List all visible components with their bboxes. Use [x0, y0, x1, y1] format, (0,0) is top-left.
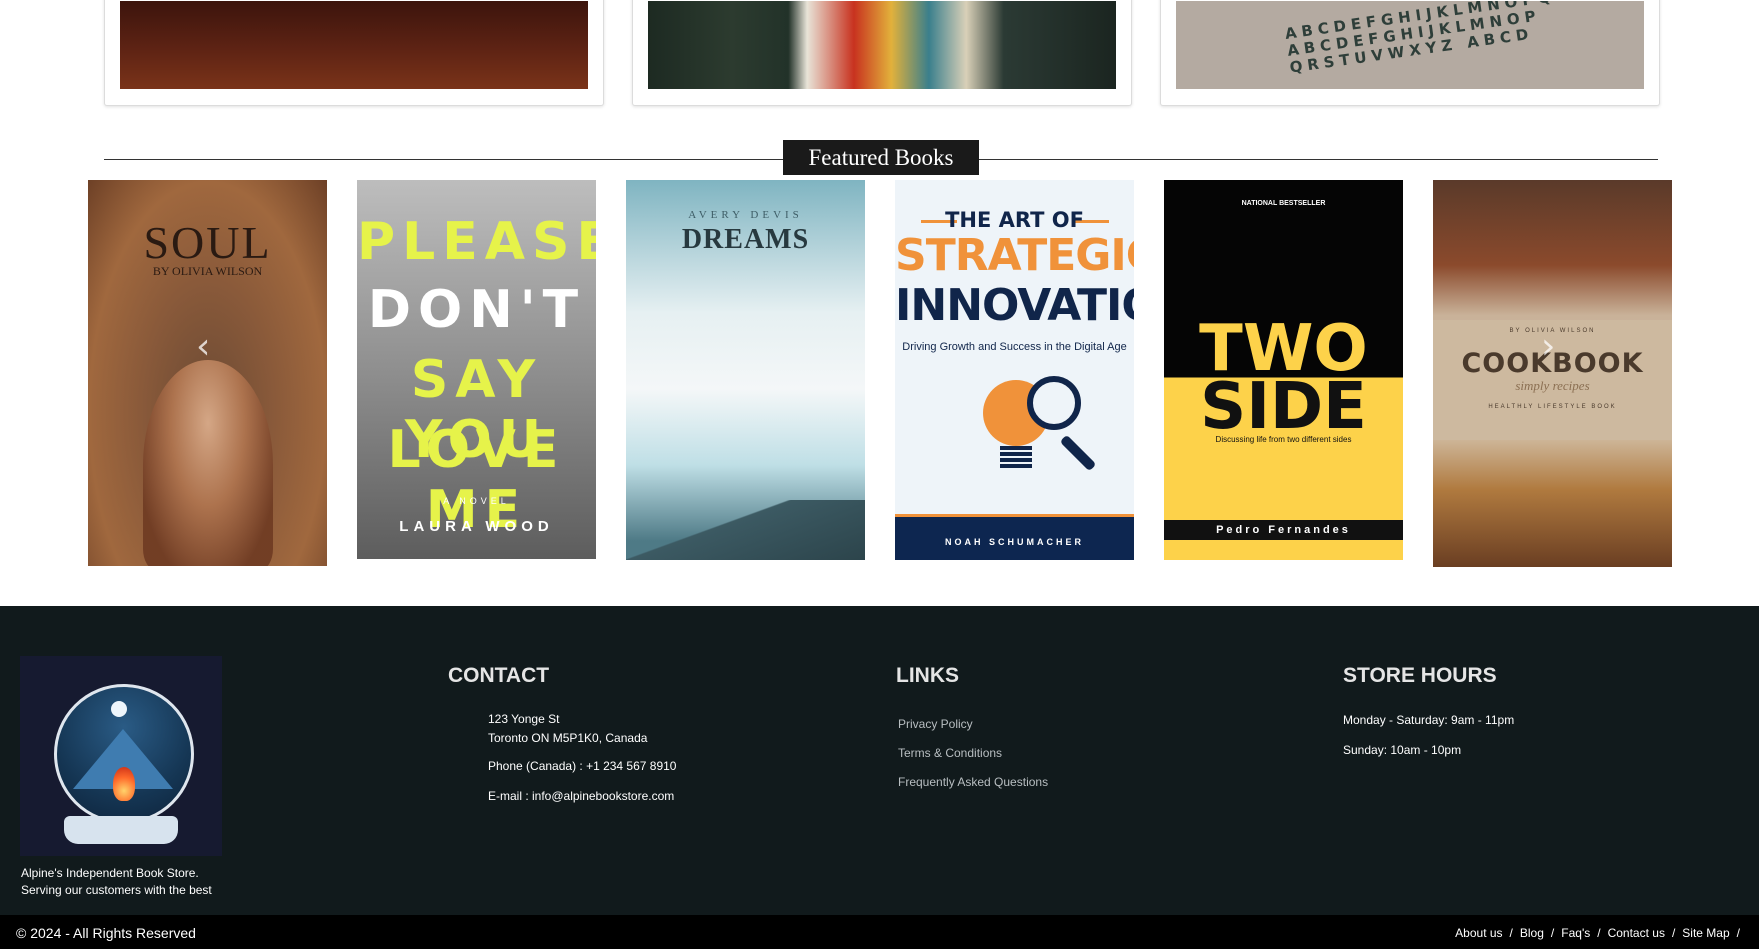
contact-email[interactable]: E-mail : info@alpinebookstore.com [488, 787, 674, 806]
category-image [120, 1, 588, 89]
footer-link-terms[interactable]: Terms & Conditions [898, 746, 1002, 760]
book-cover-cookbook[interactable]: BY OLIVIA WILSON COOKBOOK simply recipes… [1433, 180, 1672, 567]
separator: / [1671, 926, 1676, 940]
separator: / [1597, 926, 1601, 940]
book-title-line: SIDE [1200, 370, 1367, 444]
section-title: Featured Books [783, 140, 979, 175]
bottom-link-about[interactable]: About us [1455, 926, 1502, 940]
category-card[interactable] [632, 0, 1132, 106]
category-card[interactable]: ABCDEFGHIJKLMNOPQRSTUVWXYZ ABCDEFGHIJKLM… [1160, 0, 1660, 106]
store-tagline: Alpine's Independent Book Store. Serving… [21, 865, 212, 899]
book-cover-dreams[interactable]: AVERY DEVIS DREAMS [626, 180, 865, 560]
book-subtitle: Driving Growth and Success in the Digita… [902, 341, 1127, 353]
category-image: ABCDEFGHIJKLMNOPQRSTUVWXYZ ABCDEFGHIJKLM… [1176, 1, 1644, 89]
book-author: AVERY DEVIS [688, 209, 803, 221]
book-tag: HEALTHLY LIFESTYLE BOOK [1488, 404, 1617, 410]
book-title: DREAMS [681, 224, 810, 255]
book-author: LAURA WOOD [399, 518, 554, 535]
bottom-link-blog[interactable]: Blog [1520, 926, 1544, 940]
book-carousel[interactable]: SOUL BY OLIVIA WILSON PLEASE DON'T SAY Y… [88, 180, 1674, 713]
tagline-line: Serving our customers with the best [21, 883, 212, 897]
logo-emblem [54, 684, 194, 824]
hours-weekday: Monday - Saturday: 9am - 11pm [1343, 713, 1515, 727]
featured-books-header: Featured Books [104, 140, 1658, 175]
cover-mountain [626, 500, 865, 560]
book-title-line: DON'T [367, 280, 586, 340]
links-heading: LINKS [896, 664, 959, 687]
book-title-line: STRATEGIC [895, 230, 1134, 281]
contact-address: 123 Yonge St Toronto ON M5P1K0, Canada [488, 710, 647, 748]
book-cover-strategic-innovation[interactable]: THE ART OF STRATEGIC INNOVATION Driving … [895, 180, 1134, 560]
contact-heading: CONTACT [448, 664, 550, 687]
bottom-link-contact[interactable]: Contact us [1608, 926, 1665, 940]
cover-portrait [143, 360, 273, 566]
contact-phone[interactable]: Phone (Canada) : +1 234 567 8910 [488, 757, 676, 776]
book-tag: A NOVEL [443, 496, 510, 506]
book-title-line: INNOVATION [895, 280, 1134, 331]
store-logo [20, 656, 222, 856]
book-title-pre: THE ART OF [945, 208, 1084, 232]
chevron-right-icon[interactable]: › [1541, 326, 1555, 367]
letter-tiles-decoration: ABCDEFGHIJKLMNOPQRSTUVWXYZ ABCDEFGHIJKLM… [1283, 1, 1644, 77]
tagline-line: Alpine's Independent Book Store. [21, 866, 199, 880]
category-image [648, 1, 1116, 89]
book-author: BY OLIVIA WILSON [152, 264, 263, 278]
separator: / [1550, 926, 1555, 940]
book-title-line: PLEASE [357, 212, 596, 272]
book-cover-two-side[interactable]: NATIONAL BESTSELLER TWO SIDE Discussing … [1164, 180, 1403, 560]
hours-sunday: Sunday: 10am - 10pm [1343, 743, 1462, 757]
moon-icon [111, 701, 127, 717]
bottom-link-sitemap[interactable]: Site Map [1682, 926, 1729, 940]
footer-link-faq[interactable]: Frequently Asked Questions [898, 775, 1048, 789]
flame-icon [113, 767, 135, 801]
separator: / [1509, 926, 1513, 940]
category-card[interactable] [104, 0, 604, 106]
bottom-link-faqs[interactable]: Faq's [1561, 926, 1590, 940]
address-line: 123 Yonge St [488, 712, 560, 726]
address-line: Toronto ON M5P1K0, Canada [488, 731, 648, 745]
open-book-icon [64, 816, 178, 844]
category-cards: ABCDEFGHIJKLMNOPQRSTUVWXYZ ABCDEFGHIJKLM… [0, 0, 1759, 110]
magnifier-handle [1059, 434, 1097, 472]
book-author: NOAH SCHUMACHER [895, 514, 1134, 560]
copyright-text: © 2024 - All Rights Reserved [16, 925, 196, 941]
chevron-left-icon[interactable]: ‹ [196, 326, 210, 367]
bestseller-badge: NATIONAL BESTSELLER [1241, 200, 1326, 207]
bottom-nav: About us / Blog / Faq's / Contact us / Site Map / [1455, 926, 1747, 940]
store-hours-heading: STORE HOURS [1343, 664, 1497, 687]
book-subtitle: Discussing life from two different sides [1215, 435, 1352, 444]
book-cover-please-dont-say-you-love-me[interactable]: PLEASE DON'T SAY YOU LOVE ME A NOVEL LAU… [357, 180, 596, 559]
book-author: Pedro Fernandes [1164, 520, 1403, 540]
separator: / [1736, 926, 1740, 940]
lightbulb-base [1000, 446, 1032, 470]
site-footer: Alpine's Independent Book Store. Serving… [0, 606, 1759, 915]
book-title: SOUL [143, 217, 272, 268]
book-cover-soul[interactable]: SOUL BY OLIVIA WILSON [88, 180, 327, 566]
book-subtitle: simply recipes [1515, 378, 1590, 393]
magnifier-icon [1027, 376, 1081, 430]
footer-link-privacy[interactable]: Privacy Policy [898, 717, 973, 731]
bottom-bar: © 2024 - All Rights Reserved About us / Bl… [0, 915, 1759, 949]
